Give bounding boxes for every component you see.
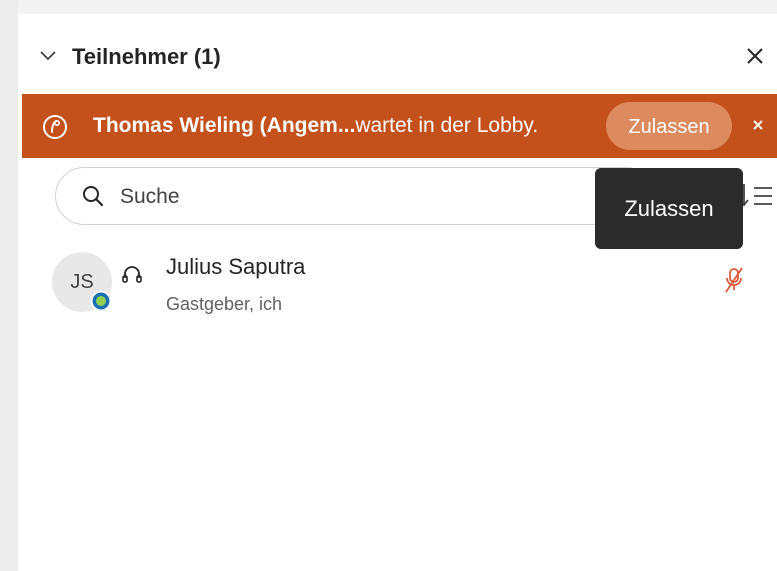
close-icon[interactable] (743, 44, 767, 68)
top-strip (18, 0, 777, 14)
search-box[interactable] (55, 167, 655, 225)
mic-off-icon[interactable] (722, 266, 746, 294)
lobby-participant-name: Thomas Wieling (Angem... (93, 114, 356, 137)
left-rail (0, 0, 18, 571)
participant-name: Julius Saputra (166, 254, 306, 279)
participants-panel: Teilnehmer (1) Thomas Wieling (Angem...w… (22, 14, 777, 571)
presence-badge-icon (90, 290, 112, 312)
admit-tooltip: Zulassen (595, 168, 743, 249)
lobby-clock-icon (42, 114, 68, 140)
admit-button[interactable]: Zulassen (606, 102, 732, 150)
sort-icon[interactable] (739, 182, 774, 210)
lobby-message: Thomas Wieling (Angem...wartet in der Lo… (93, 114, 538, 138)
search-input[interactable] (118, 180, 622, 214)
panel-title: Teilnehmer (1) (72, 44, 221, 69)
chevron-down-icon[interactable] (38, 46, 58, 66)
dismiss-icon[interactable] (748, 114, 768, 136)
panel-header: Teilnehmer (1) (22, 36, 777, 76)
lobby-status-text: wartet in der Lobby. (355, 114, 539, 137)
headset-icon (120, 263, 144, 287)
participant-row[interactable]: JS Julius Saputra Gastgeber, ich (22, 242, 777, 322)
lobby-banner: Thomas Wieling (Angem...wartet in der Lo… (22, 94, 777, 158)
search-icon (82, 185, 104, 207)
participant-role: Gastgeber, ich (166, 294, 283, 314)
